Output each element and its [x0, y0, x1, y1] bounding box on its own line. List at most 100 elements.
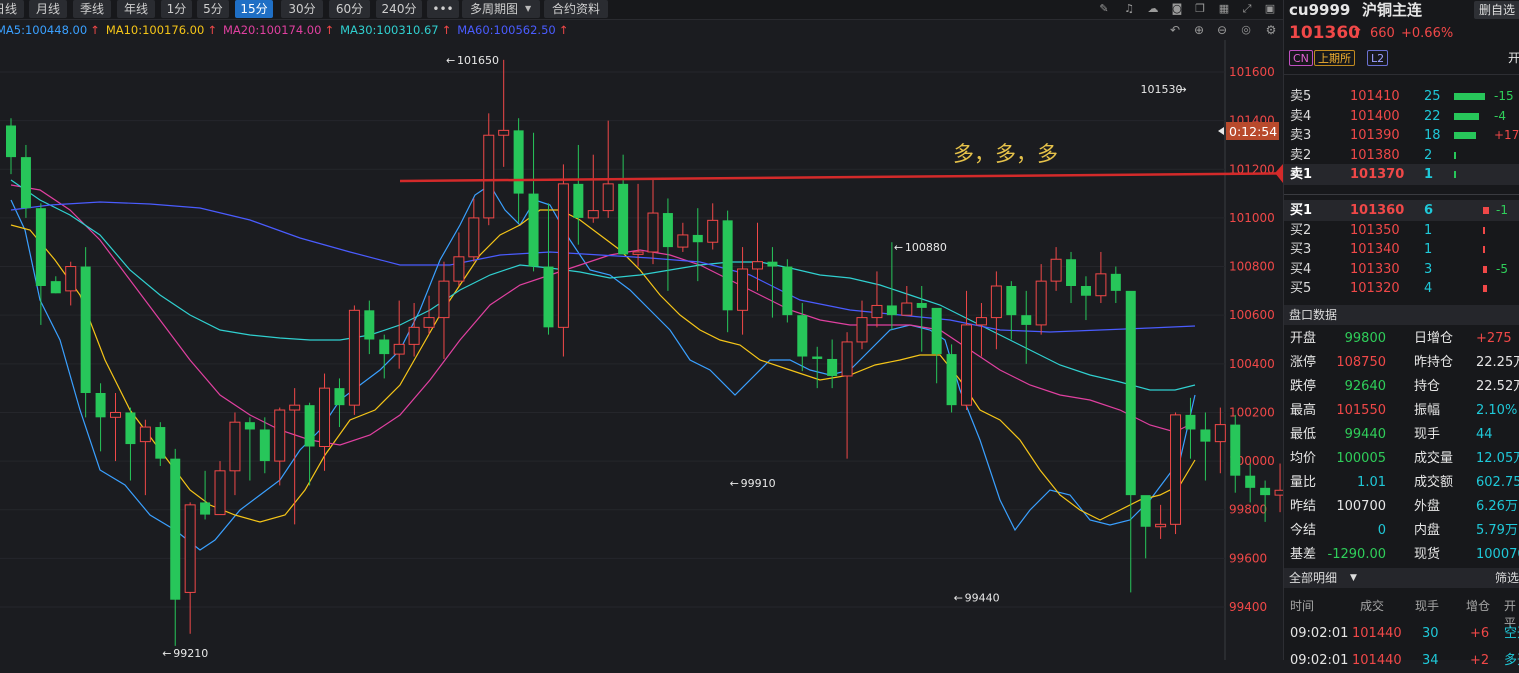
candle[interactable]: [80, 247, 91, 418]
candle[interactable]: [587, 154, 599, 223]
candle[interactable]: [259, 417, 270, 474]
candle[interactable]: [767, 247, 778, 318]
camera-icon[interactable]: ◙: [1170, 2, 1184, 16]
settings-icon[interactable]: ⚙: [1264, 23, 1278, 37]
candle[interactable]: [348, 305, 360, 415]
candle[interactable]: [483, 113, 495, 226]
expand-icon[interactable]: ⤢: [1240, 2, 1254, 16]
candle[interactable]: [1110, 266, 1121, 304]
candle[interactable]: [886, 242, 897, 330]
candle[interactable]: [692, 208, 703, 282]
candle[interactable]: [931, 307, 942, 384]
candle[interactable]: [229, 412, 241, 496]
period-tab-8[interactable]: 60分: [329, 0, 370, 18]
candle[interactable]: [557, 164, 569, 357]
candle[interactable]: [1080, 276, 1091, 321]
candle[interactable]: [961, 290, 973, 411]
bell-icon[interactable]: ♫: [1122, 2, 1136, 16]
layout-icon[interactable]: ▦: [1217, 2, 1231, 16]
candle[interactable]: [1021, 290, 1032, 364]
candle[interactable]: [453, 232, 465, 287]
candle[interactable]: [20, 144, 31, 218]
candle[interactable]: [737, 247, 749, 335]
candle[interactable]: [901, 286, 913, 316]
candle[interactable]: [155, 422, 166, 466]
candle[interactable]: [1095, 251, 1107, 304]
candle[interactable]: [319, 373, 331, 471]
candle[interactable]: [438, 261, 450, 359]
candle[interactable]: [170, 448, 181, 646]
candle[interactable]: [289, 388, 301, 525]
candle[interactable]: [1230, 414, 1241, 493]
candle[interactable]: [573, 144, 584, 245]
candle[interactable]: [65, 261, 77, 306]
candle[interactable]: [1066, 251, 1077, 304]
period-tab-5[interactable]: 5分: [197, 0, 229, 18]
candle[interactable]: [841, 332, 853, 459]
candle[interactable]: [632, 183, 644, 267]
candle[interactable]: [916, 286, 927, 352]
candle[interactable]: [1125, 290, 1136, 593]
dropdown-caret-icon[interactable]: ▼: [1350, 568, 1357, 588]
contract-info-button[interactable]: 合约资料: [544, 0, 608, 18]
candle[interactable]: [50, 276, 61, 294]
period-tab-2[interactable]: 季线: [73, 0, 111, 18]
candle[interactable]: [393, 300, 405, 369]
candle[interactable]: [214, 461, 226, 516]
candle[interactable]: [990, 271, 1002, 350]
candle[interactable]: [782, 259, 793, 323]
filter-button[interactable]: 筛选: [1495, 568, 1519, 588]
candle[interactable]: [200, 470, 211, 520]
window-icon[interactable]: ▣: [1263, 2, 1277, 16]
period-tab-4[interactable]: 1分: [161, 0, 192, 18]
period-tab-7[interactable]: 30分: [281, 0, 323, 18]
candle[interactable]: [1185, 397, 1196, 459]
candle[interactable]: [35, 203, 46, 325]
more-button[interactable]: •••: [427, 0, 459, 18]
candle[interactable]: [139, 419, 151, 496]
candle[interactable]: [1200, 412, 1211, 481]
candle[interactable]: [379, 334, 390, 379]
candle[interactable]: [1214, 407, 1226, 474]
copy-icon[interactable]: ❐: [1193, 2, 1207, 16]
zoom-out-icon[interactable]: ⊖: [1215, 23, 1229, 37]
candle[interactable]: [125, 407, 136, 481]
trade-row[interactable]: 09:02:01101440 34 +2 多开: [1284, 649, 1519, 673]
candle[interactable]: [946, 344, 957, 413]
candle[interactable]: [95, 383, 106, 452]
period-tab-9[interactable]: 240分: [376, 0, 422, 18]
candle[interactable]: [543, 203, 554, 335]
candle[interactable]: [244, 417, 255, 481]
candle[interactable]: [1140, 495, 1151, 559]
candle[interactable]: [334, 378, 345, 428]
undo-icon[interactable]: ↶: [1168, 23, 1182, 37]
candle[interactable]: [364, 300, 375, 355]
chevron-down-icon[interactable]: ▼: [525, 0, 531, 18]
candle[interactable]: [1170, 412, 1182, 535]
candle[interactable]: [1274, 463, 1283, 513]
candle[interactable]: [827, 339, 838, 389]
candle[interactable]: [677, 222, 689, 252]
candle[interactable]: [408, 303, 420, 357]
candle[interactable]: [647, 179, 659, 265]
period-tab-6[interactable]: 15分: [235, 0, 273, 18]
cloud-icon[interactable]: ☁: [1146, 2, 1160, 16]
candle[interactable]: [528, 132, 539, 272]
candle[interactable]: [513, 118, 524, 223]
candle[interactable]: [498, 59, 510, 167]
candle[interactable]: [110, 393, 122, 462]
period-tab-1[interactable]: 月线: [29, 0, 67, 18]
candle[interactable]: [1050, 247, 1062, 291]
candlestick-chart[interactable]: 1016001014001012001010001008001006001004…: [0, 40, 1283, 660]
candle[interactable]: [468, 198, 480, 262]
candle[interactable]: [707, 203, 719, 250]
candle[interactable]: [1035, 264, 1047, 335]
delete-watchlist-button[interactable]: 删自选: [1474, 1, 1519, 19]
candle[interactable]: [975, 303, 987, 357]
candle[interactable]: [812, 346, 823, 389]
candle[interactable]: [184, 502, 196, 634]
candle[interactable]: [6, 118, 16, 175]
fit-icon[interactable]: ◎: [1239, 23, 1253, 37]
candle[interactable]: [871, 271, 883, 328]
candle[interactable]: [1245, 463, 1256, 503]
